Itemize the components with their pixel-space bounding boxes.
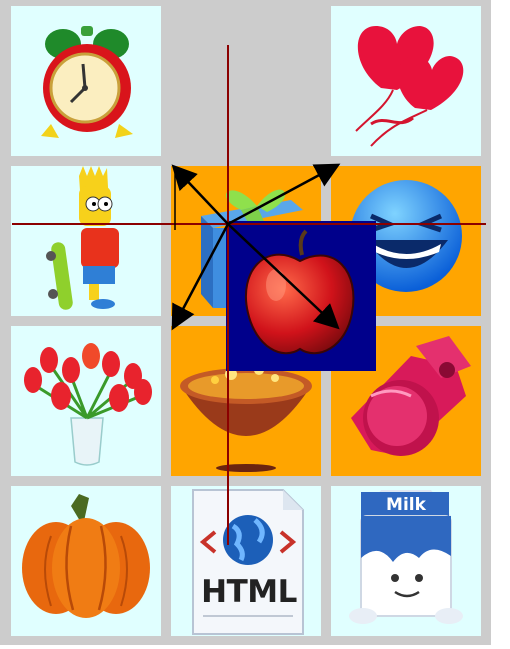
dragged-tile-apple[interactable] [226, 221, 376, 371]
alarm-clock-icon [41, 26, 133, 138]
heart-balloons-icon [355, 26, 464, 147]
tulip-vase-icon [24, 343, 152, 466]
html-file-icon [192, 489, 304, 635]
empty-slot[interactable] [171, 6, 321, 156]
tile-alarm-clock[interactable] [11, 6, 161, 156]
tile-milk-carton[interactable]: Milk [331, 486, 481, 636]
tile-tulip-vase[interactable] [11, 326, 161, 476]
tile-cartoon-boy[interactable] [11, 166, 161, 316]
tile-pumpkin[interactable] [11, 486, 161, 636]
cartoon-boy-skateboard-icon [46, 166, 119, 310]
apple-icon [245, 229, 355, 355]
milk-label: Milk [386, 495, 426, 515]
tile-html-file[interactable]: HTML [171, 486, 321, 636]
html-label: HTML [201, 574, 297, 610]
tile-heart-balloons[interactable] [331, 6, 481, 156]
pumpkin-icon [22, 494, 150, 618]
